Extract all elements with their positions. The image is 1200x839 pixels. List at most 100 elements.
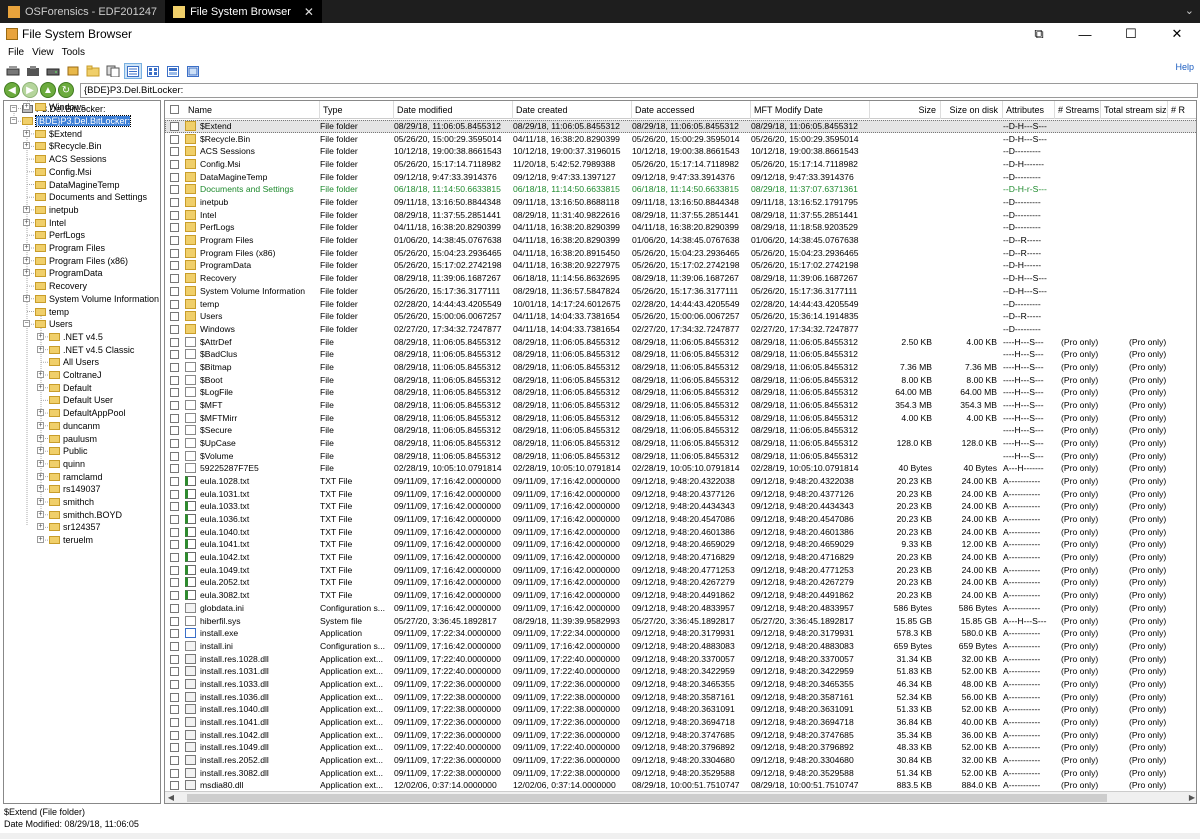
expand-toggle-icon[interactable]: + — [37, 345, 44, 353]
folder-toolbar-icon[interactable] — [84, 63, 102, 79]
table-row[interactable]: eula.2052.txt TXT File 09/11/09, 17:16:42.… — [165, 576, 1196, 589]
table-row[interactable]: ProgramData File folder 05/26/20, 15:17:02… — [165, 259, 1196, 272]
table-row[interactable]: install.res.1033.dll Application ext... 09… — [165, 678, 1196, 691]
table-row[interactable]: Program Files File folder 01/06/20, 14:38:… — [165, 234, 1196, 247]
row-checkbox[interactable] — [170, 185, 179, 195]
table-row[interactable]: $MFT File 08/29/18, 11:06:05.8455312 08/29/… — [165, 399, 1196, 412]
table-row[interactable]: $Extend File folder 08/29/18, 11:06:05.845… — [165, 120, 1196, 133]
expand-toggle-icon[interactable]: + — [23, 294, 30, 302]
table-row[interactable]: install.res.1028.dll Application ext... 09… — [165, 653, 1196, 666]
tree-node[interactable]: + duncanm — [37, 420, 100, 432]
column-header-size-on-disk[interactable]: Size on disk — [941, 101, 1003, 119]
row-checkbox[interactable] — [170, 565, 179, 575]
tree-node[interactable]: + sr124357 — [37, 521, 101, 533]
row-checkbox[interactable] — [170, 616, 179, 626]
expand-toggle-icon[interactable]: + — [37, 447, 44, 455]
column-header-date-accessed[interactable]: Date accessed — [632, 101, 751, 119]
tree-node[interactable]: + Default — [37, 382, 92, 394]
expand-toggle-icon[interactable]: − — [10, 104, 17, 112]
table-row[interactable]: install.res.1042.dll Application ext... 09… — [165, 729, 1196, 742]
tree-node[interactable]: − {BDE}P3.Del.BitLocker: — [10, 115, 132, 128]
column-header-name[interactable]: Name — [185, 101, 320, 119]
icon-view-icon[interactable] — [164, 63, 182, 79]
table-row[interactable]: $LogFile File 08/29/18, 11:06:05.8455312 08… — [165, 386, 1196, 399]
tree-node[interactable]: + DefaultAppPool — [37, 407, 126, 419]
select-all-checkbox[interactable] — [170, 105, 179, 114]
table-row[interactable]: Users File folder 05/26/20, 15:00:06.00672… — [165, 310, 1196, 323]
forward-icon[interactable]: ▶ — [22, 82, 38, 98]
expand-toggle-icon[interactable]: + — [23, 129, 30, 137]
table-row[interactable]: install.res.1049.dll Application ext... 09… — [165, 741, 1196, 754]
expand-toggle-icon[interactable]: + — [37, 536, 44, 544]
tree-node[interactable]: ACS Sessions — [23, 153, 107, 165]
table-row[interactable]: System Volume Information File folder 05/2… — [165, 285, 1196, 298]
tree-node[interactable]: + Intel — [23, 217, 66, 229]
expand-toggle-icon[interactable]: + — [23, 269, 30, 277]
row-checkbox[interactable] — [170, 324, 179, 334]
table-row[interactable]: globdata.ini Configuration s... 09/11/09, … — [165, 602, 1196, 615]
table-row[interactable]: $AttrDef File 08/29/18, 11:06:05.8455312 08… — [165, 336, 1196, 349]
list-view-icon[interactable] — [144, 63, 162, 79]
tree-node[interactable]: + Windows — [23, 101, 86, 113]
row-checkbox[interactable] — [170, 261, 179, 271]
table-row[interactable]: install.res.1031.dll Application ext... 09… — [165, 665, 1196, 678]
tree-node[interactable]: + Program Files (x86) — [23, 255, 128, 267]
row-checkbox[interactable] — [170, 388, 179, 398]
row-checkbox[interactable] — [170, 515, 179, 525]
row-checkbox[interactable] — [170, 451, 179, 461]
row-checkbox[interactable] — [170, 781, 179, 791]
table-row[interactable]: eula.1031.txt TXT File 09/11/09, 17:16:42.… — [165, 488, 1196, 501]
row-checkbox[interactable] — [170, 122, 179, 131]
tree-node[interactable]: temp — [23, 306, 69, 318]
row-checkbox[interactable] — [170, 248, 179, 258]
expand-toggle-icon[interactable]: + — [23, 218, 30, 226]
row-checkbox[interactable] — [170, 147, 179, 157]
table-row[interactable]: $Recycle.Bin File folder 05/26/20, 15:00:2… — [165, 133, 1196, 146]
tree-node[interactable]: + inetpub — [23, 204, 79, 216]
row-checkbox[interactable] — [170, 705, 179, 715]
table-row[interactable]: install.res.3082.dll Application ext... 09… — [165, 767, 1196, 780]
table-row[interactable]: Windows File folder 02/27/20, 17:34:32.724… — [165, 323, 1196, 336]
row-checkbox[interactable] — [170, 641, 179, 651]
thumbnail-view-icon[interactable] — [184, 63, 202, 79]
row-checkbox[interactable] — [170, 553, 179, 563]
scroll-left-icon[interactable]: ◀ — [165, 792, 177, 803]
help-link[interactable]: Help — [1175, 62, 1194, 72]
expand-toggle-icon[interactable]: + — [37, 332, 44, 340]
tree-node[interactable]: Documents and Settings — [23, 191, 147, 203]
row-checkbox[interactable] — [170, 464, 179, 474]
row-checkbox[interactable] — [170, 172, 179, 182]
tree-node[interactable]: + teruelm — [37, 534, 93, 546]
tree-node[interactable]: Recovery — [23, 280, 87, 292]
minimize-button[interactable]: — — [1062, 23, 1108, 45]
table-row[interactable]: eula.1041.txt TXT File 09/11/09, 17:16:42.… — [165, 538, 1196, 551]
row-checkbox[interactable] — [170, 667, 179, 677]
expand-toggle-icon[interactable]: + — [37, 434, 44, 442]
table-row[interactable]: 59225287F7E5 File 02/28/19, 10:05:10.07918… — [165, 462, 1196, 475]
tree-node[interactable]: − Users — [23, 318, 73, 330]
tree-node[interactable]: Default User — [37, 394, 113, 406]
expand-toggle-icon[interactable]: + — [23, 244, 30, 251]
tree-node[interactable]: + System Volume Information — [23, 293, 159, 305]
tree-node[interactable]: + Program Files — [23, 242, 105, 254]
drive-icon[interactable] — [4, 63, 22, 79]
table-row[interactable]: temp File folder 02/28/20, 14:44:43.420554… — [165, 298, 1196, 311]
bookmark-icon[interactable] — [64, 63, 82, 79]
maximize-button[interactable]: ☐ — [1108, 23, 1154, 45]
table-row[interactable]: Intel File folder 08/29/18, 11:37:55.28514… — [165, 209, 1196, 222]
table-row[interactable]: install.res.1041.dll Application ext... 09… — [165, 716, 1196, 729]
row-checkbox[interactable] — [170, 337, 179, 347]
details-view-icon[interactable] — [124, 63, 142, 79]
row-checkbox[interactable] — [170, 489, 179, 499]
row-checkbox[interactable] — [170, 236, 179, 246]
column-header-attributes[interactable]: Attributes — [1003, 101, 1055, 119]
column-header-type[interactable]: Type — [320, 101, 394, 119]
table-row[interactable]: eula.1040.txt TXT File 09/11/09, 17:16:42.… — [165, 526, 1196, 539]
row-checkbox[interactable] — [170, 679, 179, 689]
horizontal-scrollbar[interactable]: ◀ ▶ — [165, 791, 1196, 803]
tree-node[interactable]: + .NET v4.5 Classic — [37, 344, 134, 356]
expand-toggle-icon[interactable]: + — [37, 472, 44, 480]
close-button[interactable]: ✕ — [1154, 23, 1200, 45]
row-checkbox[interactable] — [170, 603, 179, 613]
tab-2[interactable]: File System Browser ✕ — [165, 0, 322, 23]
